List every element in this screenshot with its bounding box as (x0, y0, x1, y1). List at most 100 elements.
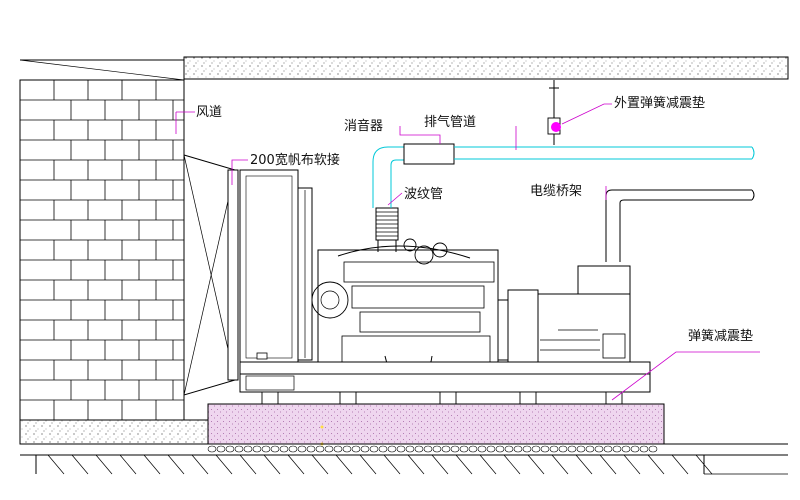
gravel-pebble (315, 445, 325, 453)
floor-hatch (47, 454, 713, 475)
gravel-pebble (333, 445, 343, 453)
gravel-pebble (468, 445, 478, 453)
alternator (507, 265, 631, 365)
label-spring-pad: 弹簧减震垫 (688, 328, 753, 344)
gravel-pebble (306, 445, 316, 453)
hatch-line (47, 454, 65, 475)
hatch-line (239, 454, 257, 475)
hatch-line (167, 454, 185, 475)
gravel-pebble (243, 445, 253, 453)
gravel-pebble (486, 445, 496, 453)
spring-mount (439, 391, 457, 405)
gravel-pebble (297, 445, 307, 453)
foundation (207, 403, 665, 446)
gravel-pebble (558, 445, 568, 453)
gravel-pebble (576, 445, 586, 453)
air-duct (183, 154, 239, 396)
gravel-pebble (630, 445, 640, 453)
hatch-line (71, 454, 89, 475)
hatch-line (359, 454, 377, 475)
gravel-pebble (261, 445, 271, 453)
spring-mounts (261, 391, 623, 405)
gravel-pebble (603, 445, 613, 453)
pipe-hanger (547, 80, 561, 145)
hatch-line (551, 454, 569, 475)
gravel-layer (207, 445, 658, 453)
hatch-line (575, 454, 593, 475)
label-muffler: 消音器 (344, 118, 383, 134)
hatch-line (647, 454, 665, 475)
gravel-pebble (360, 445, 370, 453)
gravel-pebble (396, 445, 406, 453)
label-ext-spring-pad: 外置弹簧减震垫 (614, 95, 705, 111)
ext-spring-pad-marker (551, 122, 561, 132)
hatch-line (527, 454, 545, 475)
hatch-line (287, 454, 305, 475)
hatch-line (335, 454, 353, 475)
gravel-pebble (351, 445, 361, 453)
hatch-line (263, 454, 281, 475)
spring-mount (339, 391, 357, 405)
cable-tray (605, 189, 755, 262)
hatch-line (215, 454, 233, 475)
gravel-pebble (414, 445, 424, 453)
wall-base (19, 419, 209, 445)
gravel-pebble (279, 445, 289, 453)
hatch-line (95, 454, 113, 475)
hatch-line (407, 454, 425, 475)
spring-mount (519, 391, 537, 405)
gravel-pebble (612, 445, 622, 453)
hatch-line (479, 454, 497, 475)
gravel-pebble (369, 445, 379, 453)
hatch-line (191, 454, 209, 475)
gravel-pebble (234, 445, 244, 453)
gravel-pebble (459, 445, 469, 453)
hatch-line (383, 454, 401, 475)
gravel-pebble (639, 445, 649, 453)
hatch-line (623, 454, 641, 475)
gravel-pebble (207, 445, 217, 453)
ceiling-slab (19, 56, 789, 81)
gravel-pebble (405, 445, 415, 453)
label-cable-tray: 电缆桥架 (530, 183, 582, 199)
hatch-line (143, 454, 161, 475)
label-exhaust-pipe: 排气管道 (424, 114, 476, 130)
hatch-line (455, 454, 473, 475)
gravel-pebble (621, 445, 631, 453)
gravel-pebble (216, 445, 226, 453)
gravel-pebble (513, 445, 523, 453)
base-frame (239, 361, 651, 393)
generator-room-diagram: 风道 200宽帆布软接 消音器 排气管道 波纹管 外置弹簧减震垫 电缆桥架 弹簧… (19, 56, 789, 475)
label-bellows: 波纹管 (404, 187, 443, 202)
label-air-duct: 风道 (196, 105, 222, 120)
gravel-pebble (648, 445, 658, 453)
gravel-pebble (288, 445, 298, 453)
hatch-line (503, 454, 521, 475)
gravel-pebble (477, 445, 487, 453)
gravel-pebble (549, 445, 559, 453)
brick-wall (19, 79, 185, 421)
gravel-pebble (495, 445, 505, 453)
spring-mount (261, 391, 279, 405)
gravel-pebble (252, 445, 262, 453)
gravel-pebble (531, 445, 541, 453)
gravel-pebble (387, 445, 397, 453)
gravel-pebble (342, 445, 352, 453)
gravel-pebble (450, 445, 460, 453)
hatch-line (671, 454, 689, 475)
gravel-pebble (567, 445, 577, 453)
gravel-pebble (270, 445, 280, 453)
hatch-line (599, 454, 617, 475)
gravel-pebble (522, 445, 532, 453)
hatch-line (119, 454, 137, 475)
gravel-pebble (423, 445, 433, 453)
gravel-pebble (225, 445, 235, 453)
gravel-pebble (324, 445, 334, 453)
gravel-pebble (540, 445, 550, 453)
floor (20, 443, 788, 475)
gravel-pebble (378, 445, 388, 453)
label-canvas-joint: 200宽帆布软接 (250, 152, 340, 168)
hatch-line (431, 454, 449, 475)
engine-block (311, 238, 525, 379)
gravel-pebble (432, 445, 442, 453)
